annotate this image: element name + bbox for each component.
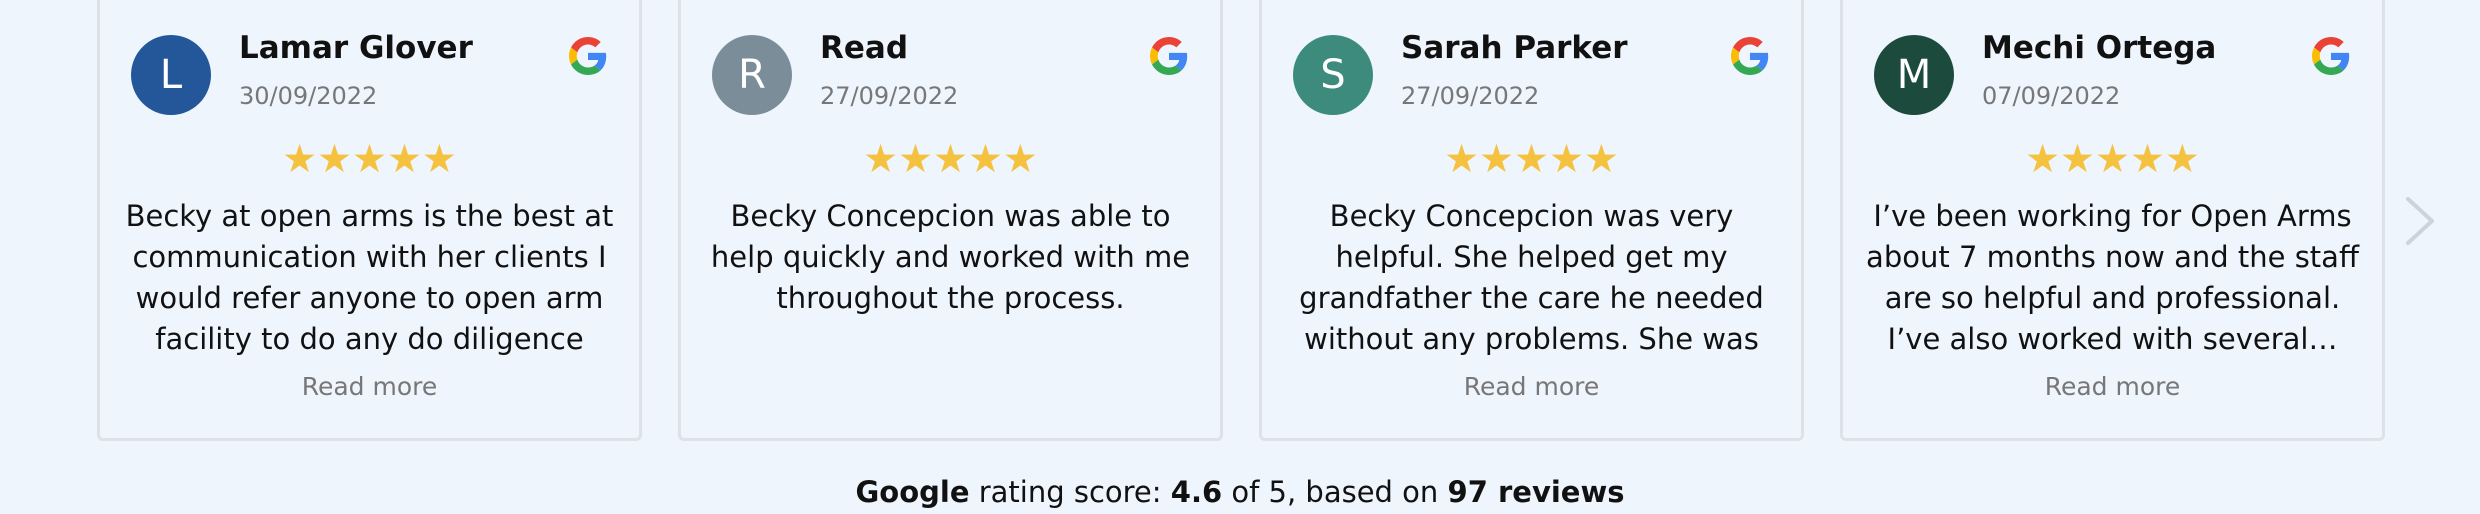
summary-of-text: of 5, based on <box>1231 475 1439 509</box>
review-text: Becky Concepcion was very helpful. She h… <box>1299 199 1764 356</box>
reviewer-name: Mechi Ortega <box>1982 30 2217 66</box>
review-text: Becky Concepcion was able to help quickl… <box>710 199 1191 315</box>
reviews-carousel: L Lamar Glover 30/09/2022 ★★★★★ Becky at… <box>0 0 2480 514</box>
avatar: M <box>1874 35 1954 115</box>
summary-reviews-count: 97 reviews <box>1447 475 1625 509</box>
summary-brand: Google <box>855 475 970 509</box>
review-date: 27/09/2022 <box>1401 82 1540 110</box>
read-more-link[interactable]: Read more <box>100 372 639 401</box>
reviewer-name: Lamar Glover <box>239 30 473 66</box>
review-card: S Sarah Parker 27/09/2022 ★★★★★ Becky Co… <box>1259 0 1804 441</box>
reviewer-name: Sarah Parker <box>1401 30 1628 66</box>
google-icon <box>2312 37 2350 75</box>
star-rating: ★★★★★ <box>1444 137 1619 182</box>
avatar: R <box>712 35 792 115</box>
star-rating: ★★★★★ <box>2025 137 2200 182</box>
star-rating: ★★★★★ <box>282 137 457 182</box>
review-date: 27/09/2022 <box>820 82 959 110</box>
review-date: 30/09/2022 <box>239 82 378 110</box>
rating-summary: Google rating score: 4.6 of 5, based on … <box>0 475 2480 509</box>
google-icon <box>1150 37 1188 75</box>
chevron-right-icon[interactable] <box>2402 196 2438 246</box>
review-text: I’ve been working for Open Arms about 7 … <box>1866 199 2359 356</box>
avatar: L <box>131 35 211 115</box>
read-more-link[interactable]: Read more <box>1843 372 2382 401</box>
review-text: Becky at open arms is the best at commun… <box>125 199 614 356</box>
review-cards: L Lamar Glover 30/09/2022 ★★★★★ Becky at… <box>97 0 2385 441</box>
read-more-link[interactable]: Read more <box>1262 372 1801 401</box>
star-rating: ★★★★★ <box>863 137 1038 182</box>
review-date: 07/09/2022 <box>1982 82 2121 110</box>
reviewer-name: Read <box>820 30 909 66</box>
google-icon <box>569 37 607 75</box>
review-card: M Mechi Ortega 07/09/2022 ★★★★★ I’ve bee… <box>1840 0 2385 441</box>
avatar: S <box>1293 35 1373 115</box>
summary-score: 4.6 <box>1170 475 1223 509</box>
review-card: L Lamar Glover 30/09/2022 ★★★★★ Becky at… <box>97 0 642 441</box>
summary-label: rating score: <box>978 475 1162 509</box>
google-icon <box>1731 37 1769 75</box>
review-card: R Read 27/09/2022 ★★★★★ Becky Concepcion… <box>678 0 1223 441</box>
